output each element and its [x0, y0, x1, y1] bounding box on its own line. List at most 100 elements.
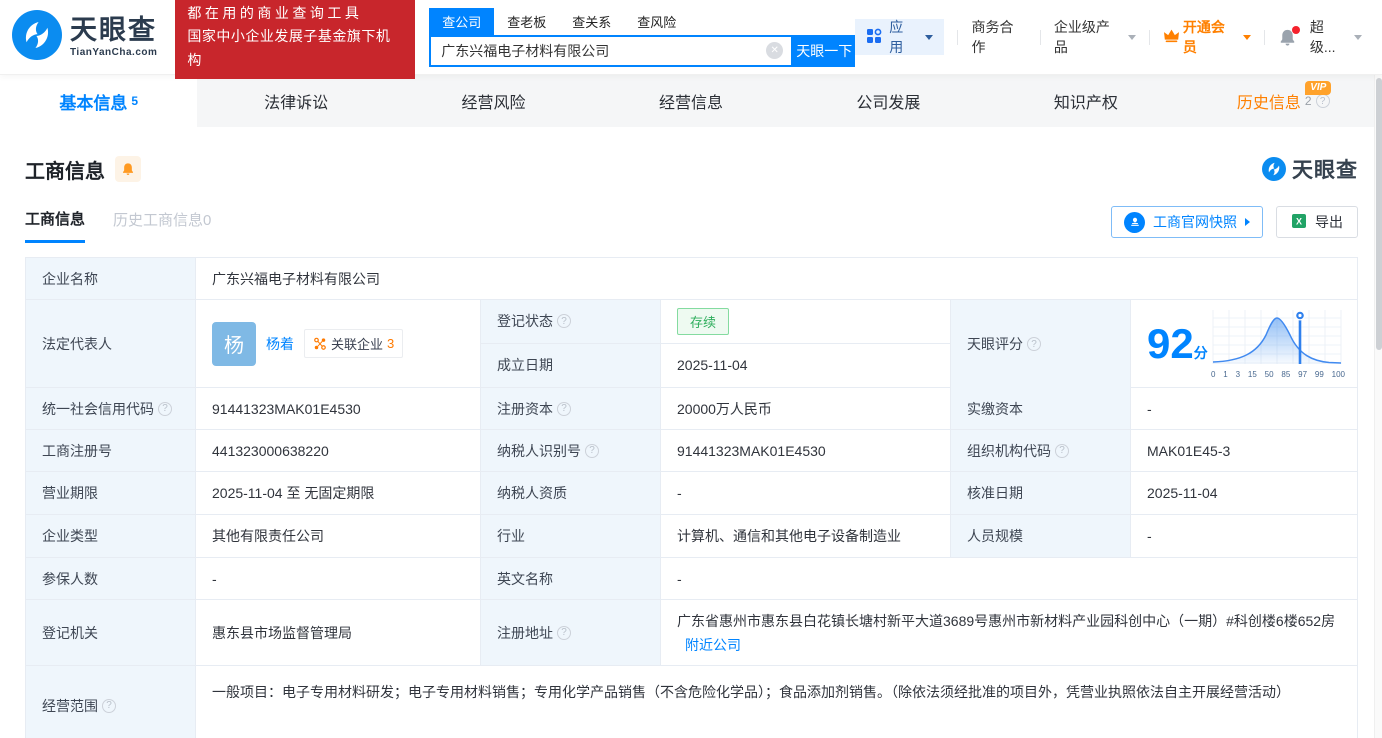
paid-capital-value: - — [1131, 388, 1357, 429]
field-label: 企业类型 — [26, 515, 196, 557]
nav-cooperation[interactable]: 商务合作 — [971, 17, 1026, 57]
help-icon[interactable]: ? — [585, 444, 599, 458]
apps-grid-icon — [866, 28, 882, 47]
score-value: 92 — [1147, 320, 1194, 367]
status-badge: 存续 — [677, 308, 729, 335]
help-icon[interactable]: ? — [557, 402, 571, 416]
tab-legal-lawsuits[interactable]: 法律诉讼 — [197, 75, 394, 127]
legal-rep-link[interactable]: 杨着 — [266, 334, 294, 354]
score-distribution-chart[interactable]: 0131550859799100 — [1211, 308, 1345, 379]
avatar[interactable]: 杨 — [212, 322, 256, 366]
search-button[interactable]: 天眼一下 — [793, 35, 855, 67]
field-label: 统一社会信用代码? — [26, 388, 196, 429]
tianyancha-logo[interactable]: 天眼查 TianYanCha.com — [12, 10, 157, 65]
scrollbar[interactable] — [1374, 0, 1382, 738]
scrollbar-thumb[interactable] — [1376, 78, 1382, 350]
field-label: 登记状态 ? — [481, 300, 661, 343]
reg-address-value: 广东省惠州市惠东县白花镇长塘村新平大道3689号惠州市新材料产业园科创中心（一期… — [677, 613, 1335, 629]
industry-value: 计算机、通信和其他电子设备制造业 — [661, 515, 951, 557]
search-tab-boss[interactable]: 查老板 — [494, 8, 559, 35]
user-menu[interactable]: 超级... — [1310, 17, 1362, 57]
brand-domain: TianYanCha.com — [70, 48, 157, 58]
tab-count: 5 — [131, 94, 138, 108]
field-label: 经营范围? — [26, 666, 196, 738]
help-icon[interactable]: ? — [102, 699, 116, 713]
table-row: 企业类型 其他有限责任公司 行业 计算机、通信和其他电子设备制造业 人员规模 - — [26, 515, 1357, 558]
notification-bell[interactable] — [1278, 28, 1297, 47]
field-label: 行业 — [481, 515, 661, 557]
table-row: 营业期限 2025-11-04 至 无固定期限 纳税人资质 - 核准日期 202… — [26, 472, 1357, 515]
tab-company-development[interactable]: 公司发展 — [790, 75, 987, 127]
score-unit: 分 — [1194, 345, 1208, 361]
help-icon[interactable]: ? — [1316, 94, 1330, 108]
company-name-value: 广东兴福电子材料有限公司 — [196, 258, 1357, 299]
nearby-companies-link[interactable]: 附近公司 — [685, 637, 741, 653]
apps-label: 应用 — [889, 17, 916, 57]
field-label: 核准日期 — [951, 472, 1131, 514]
tab-history-info[interactable]: 历史信息 2 ? VIP — [1185, 75, 1382, 127]
divider — [957, 30, 958, 45]
user-name: 超级... — [1310, 17, 1349, 57]
help-icon[interactable]: ? — [158, 402, 172, 416]
search-input[interactable] — [441, 43, 761, 59]
notification-dot — [1292, 26, 1300, 34]
apps-menu[interactable]: 应用 — [855, 19, 944, 55]
field-label: 注册资本? — [481, 388, 661, 429]
taxpayer-qual-value: - — [661, 472, 951, 514]
tab-operating-info[interactable]: 经营信息 — [592, 75, 789, 127]
help-icon[interactable]: ? — [557, 626, 571, 640]
nav-membership[interactable]: 开通会员 — [1163, 17, 1251, 57]
field-label: 法定代表人 — [26, 300, 196, 387]
reg-status-cell: 存续 — [661, 300, 951, 343]
export-button[interactable]: X 导出 — [1276, 206, 1358, 238]
table-row: 工商注册号 441323000638220 纳税人识别号? 91441323MA… — [26, 430, 1357, 472]
banner-line1: 都在用的商业查询工具 — [187, 2, 403, 25]
reg-authority-value: 惠东县市场监督管理局 — [196, 600, 481, 665]
clear-search-icon[interactable]: ✕ — [766, 42, 783, 59]
tab-basic-info[interactable]: 基本信息 5 — [0, 75, 197, 127]
related-companies-badge[interactable]: 关联企业 3 — [304, 329, 403, 358]
chart-axis-ticks: 0131550859799100 — [1211, 370, 1345, 379]
field-label: 实缴资本 — [951, 388, 1131, 429]
stamp-icon — [1124, 212, 1145, 233]
search-tab-company[interactable]: 查公司 — [429, 8, 494, 35]
tab-count: 2 — [1305, 94, 1312, 108]
subtab-history-business-info[interactable]: 历史工商信息0 — [113, 209, 211, 241]
company-type-value: 其他有限责任公司 — [196, 515, 481, 557]
table-row: 法定代表人 杨 杨着 关联企业 3 — [26, 300, 1357, 388]
official-snapshot-button[interactable]: 工商官网快照 — [1111, 206, 1263, 238]
divider — [1149, 30, 1150, 45]
help-icon[interactable]: ? — [1027, 337, 1041, 351]
help-icon[interactable]: ? — [557, 314, 571, 328]
search-tab-risk[interactable]: 查风险 — [624, 8, 689, 35]
subtab-business-info[interactable]: 工商信息 — [25, 208, 85, 243]
header-nav: 应用 商务合作 企业级产品 开通会员 — [855, 17, 1362, 57]
tab-intellectual-property[interactable]: 知识产权 — [987, 75, 1184, 127]
taxpayer-id-value: 91441323MAK01E4530 — [661, 430, 951, 471]
business-term-value: 2025-11-04 至 无固定期限 — [196, 472, 481, 514]
chevron-down-icon — [1243, 35, 1251, 40]
field-label: 英文名称 — [481, 558, 661, 599]
insured-count-value: - — [196, 558, 481, 599]
chevron-right-icon — [1245, 218, 1250, 226]
bell-icon — [121, 162, 135, 176]
field-label: 参保人数 — [26, 558, 196, 599]
network-icon — [313, 337, 327, 351]
nav-enterprise-products[interactable]: 企业级产品 — [1054, 17, 1136, 57]
subscribe-bell-button[interactable] — [115, 156, 141, 182]
field-label: 登记机关 — [26, 600, 196, 665]
org-code-value: MAK01E45-3 — [1131, 430, 1357, 471]
reg-number-value: 441323000638220 — [196, 430, 481, 471]
credit-code-value: 91441323MAK01E4530 — [196, 388, 481, 429]
chevron-down-icon — [1128, 35, 1136, 40]
search-box: ✕ — [429, 35, 793, 67]
divider — [1264, 30, 1265, 45]
help-icon[interactable]: ? — [1055, 444, 1069, 458]
top-header: 天眼查 TianYanCha.com 都在用的商业查询工具 国家中小企业发展子基… — [0, 0, 1382, 75]
search-tab-relation[interactable]: 查关系 — [559, 8, 624, 35]
table-row: 经营范围? 一般项目：电子专用材料研发；电子专用材料销售；专用化学产品销售（不含… — [26, 666, 1357, 738]
field-label: 组织机构代码? — [951, 430, 1131, 471]
english-name-value: - — [661, 558, 1357, 599]
tab-operating-risk[interactable]: 经营风险 — [395, 75, 592, 127]
vip-badge: VIP — [1305, 81, 1331, 95]
